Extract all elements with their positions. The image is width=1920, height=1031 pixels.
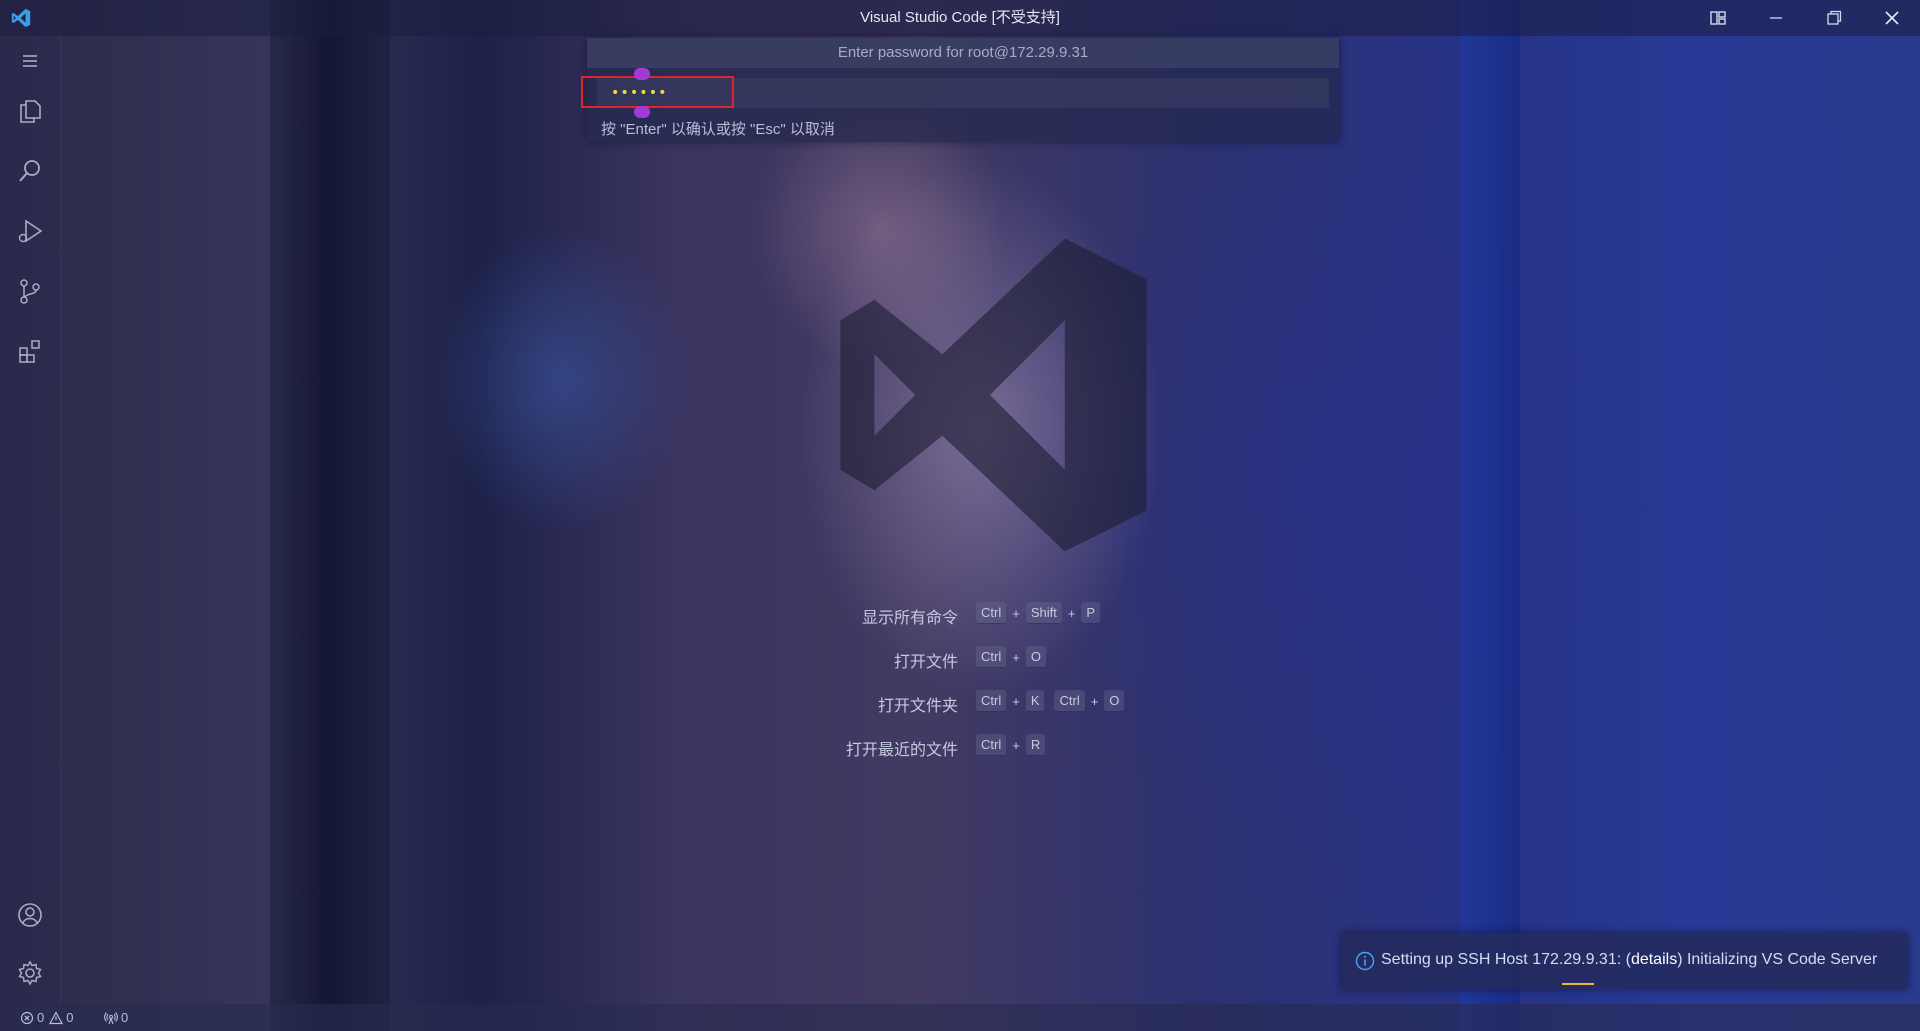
shortcut-row[interactable]: 打开最近的文件 Ctrl + R <box>700 734 1260 760</box>
shortcut-keys: Ctrl + Shift + P <box>976 602 1101 624</box>
error-icon <box>20 1011 34 1024</box>
close-button[interactable] <box>1864 0 1920 36</box>
run-and-debug-button[interactable] <box>0 206 60 256</box>
keycap: O <box>1025 646 1046 668</box>
quick-input-title: Enter password for root@172.29.9.31 <box>587 38 1339 68</box>
shortcut-label: 打开文件夹 <box>877 698 958 715</box>
status-bar: 0 0 0 <box>0 1004 1920 1031</box>
notification-text-suffix: ) Initializing VS Code Server <box>1677 951 1878 968</box>
explorer-icon <box>20 100 41 123</box>
keycap: Ctrl <box>976 646 1007 668</box>
shortcut-row[interactable]: 打开文件 Ctrl + O <box>700 646 1260 672</box>
warning-icon <box>49 1010 64 1024</box>
warning-count: 0 <box>66 1010 74 1025</box>
extensions-button[interactable] <box>0 326 60 376</box>
source-control-button[interactable] <box>0 266 60 316</box>
notification-toast: Setting up SSH Host 172.29.9.31: (detail… <box>1342 933 1908 989</box>
accounts-icon <box>18 903 42 927</box>
keycap: O <box>1104 690 1125 712</box>
keycap: Ctrl <box>976 602 1007 624</box>
shortcut-row[interactable]: 显示所有命令 Ctrl + Shift + P <box>700 602 1260 628</box>
close-icon <box>1885 11 1899 25</box>
shortcut-keys: Ctrl + O <box>976 646 1046 668</box>
keycap: Ctrl <box>976 734 1007 756</box>
notification-message: Setting up SSH Host 172.29.9.31: (detail… <box>1381 951 1877 969</box>
error-count: 0 <box>37 1010 45 1025</box>
broadcast-icon <box>104 1011 118 1024</box>
problems-status[interactable]: 0 0 <box>20 1004 73 1031</box>
menu-icon <box>23 55 37 67</box>
annotation-highlight-box <box>581 76 734 108</box>
run-debug-icon <box>18 219 43 243</box>
search-view-button[interactable] <box>0 146 60 196</box>
title-bar: Visual Studio Code [不受支持] <box>0 0 1920 36</box>
settings-gear-icon <box>18 960 42 986</box>
keycap: Ctrl <box>976 690 1007 712</box>
shortcut-row[interactable]: 打开文件夹 Ctrl + K Ctrl + O <box>700 690 1260 716</box>
shortcut-label: 打开最近的文件 <box>845 742 958 759</box>
restore-icon <box>1827 10 1842 25</box>
keycap: Ctrl <box>1054 690 1085 712</box>
notification-text-prefix: Setting up SSH Host 172.29.9.31: ( <box>1381 951 1631 968</box>
application-menu-button[interactable] <box>0 36 60 86</box>
cursor-marker-bottom <box>634 106 650 118</box>
minimize-icon <box>1770 17 1782 19</box>
keycap: P <box>1081 602 1101 624</box>
forwarded-ports-status[interactable]: 0 <box>104 1004 128 1031</box>
manage-settings-button[interactable] <box>0 948 60 998</box>
restore-button[interactable] <box>1806 0 1862 36</box>
editor-background-wallpaper <box>0 0 1920 1031</box>
shortcut-label: 打开文件 <box>893 654 958 671</box>
keycap: R <box>1025 734 1046 756</box>
activity-bar <box>0 36 61 1004</box>
quick-input-hint: 按 "Enter" 以确认或按 "Esc" 以取消 <box>601 121 835 138</box>
extensions-icon <box>19 340 40 363</box>
vscode-watermark-icon <box>840 238 1147 552</box>
source-control-icon <box>20 279 40 304</box>
search-icon <box>19 160 40 182</box>
info-icon <box>1355 951 1375 971</box>
ports-count: 0 <box>121 1010 129 1025</box>
shortcut-label: 显示所有命令 <box>861 610 958 627</box>
shortcut-keys: Ctrl + R <box>976 734 1046 756</box>
wallpaper-frame <box>1460 0 1520 1031</box>
notification-progress-bar <box>1562 983 1594 985</box>
keycap: Shift <box>1025 602 1062 624</box>
keycap: K <box>1025 690 1045 712</box>
window-title: Visual Studio Code [不受支持] <box>860 9 1060 26</box>
details-link[interactable]: details <box>1631 951 1677 968</box>
accounts-button[interactable] <box>0 890 60 940</box>
explorer-button[interactable] <box>0 86 60 136</box>
cursor-marker-top <box>634 68 650 80</box>
layout-icon <box>1710 11 1726 25</box>
wallpaper-shadow <box>270 0 390 1031</box>
minimize-button[interactable] <box>1748 0 1804 36</box>
customize-layout-button[interactable] <box>1690 0 1746 36</box>
shortcut-keys: Ctrl + K Ctrl + O <box>976 690 1125 712</box>
